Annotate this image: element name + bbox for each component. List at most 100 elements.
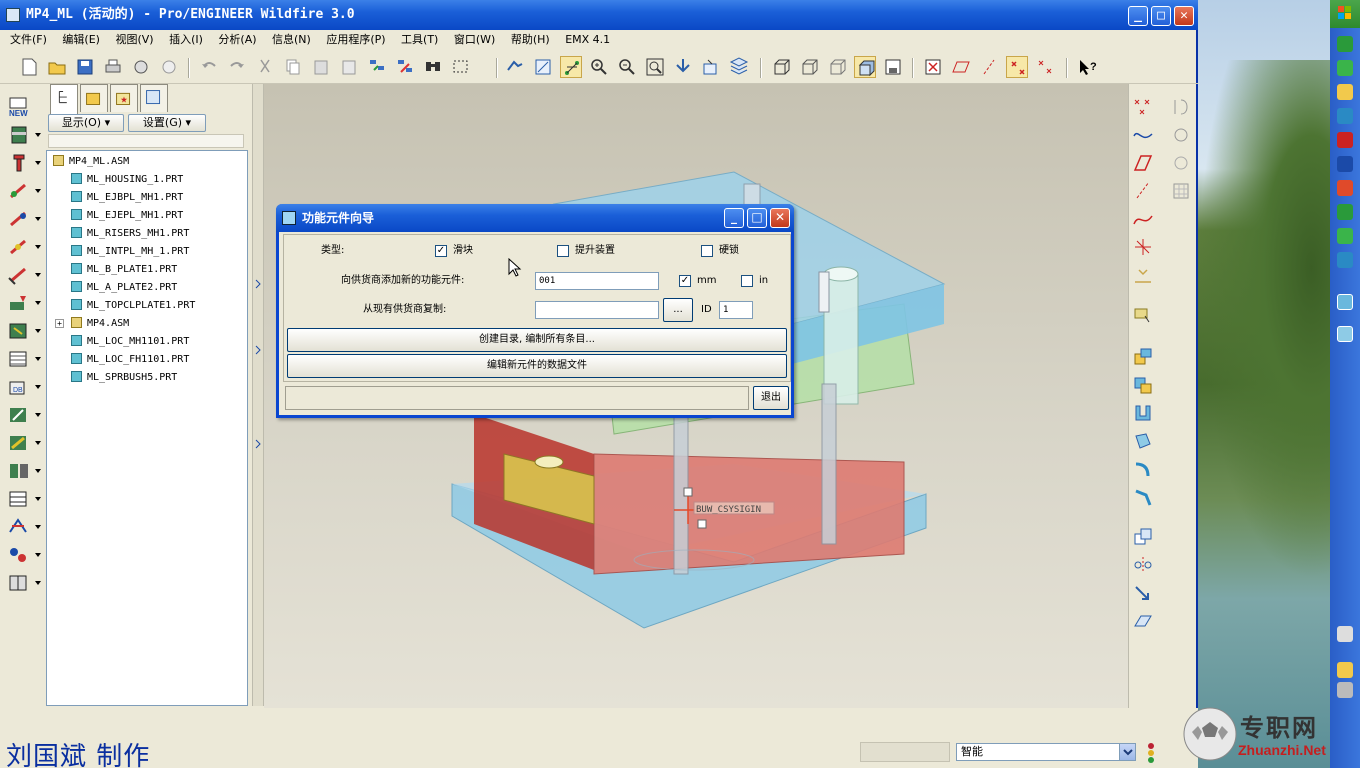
explode-icon[interactable]	[6, 516, 32, 538]
lifter-icon[interactable]	[6, 292, 32, 314]
panel-splitter[interactable]	[252, 84, 264, 706]
browse-button[interactable]: ...	[663, 298, 693, 322]
sketch-curve-icon[interactable]	[1131, 124, 1155, 146]
datum-axes-icon[interactable]	[950, 56, 972, 78]
spin-center-icon[interactable]	[532, 56, 554, 78]
slider-icon[interactable]	[6, 264, 32, 286]
insert-feature-icon[interactable]	[1131, 304, 1155, 326]
find-icon[interactable]	[422, 56, 444, 78]
tray-warning-icon[interactable]	[1337, 84, 1353, 100]
create-catalog-button[interactable]: 创建目录, 编制所有条目...	[287, 328, 787, 352]
shading-icon[interactable]	[854, 56, 876, 78]
insert-icon[interactable]	[6, 320, 32, 342]
chevron-down-icon[interactable]	[1119, 744, 1135, 760]
zoom-in-icon[interactable]	[588, 56, 610, 78]
menu-insert[interactable]: 插入(I)	[169, 33, 203, 46]
dialog-close-button[interactable]: ✕	[770, 208, 790, 228]
cut-icon[interactable]	[254, 56, 276, 78]
component-icon[interactable]	[1131, 346, 1155, 368]
paste-icon[interactable]	[310, 56, 332, 78]
print-icon[interactable]	[102, 56, 124, 78]
minimize-button[interactable]: _	[1128, 6, 1148, 26]
lifter-checkbox[interactable]	[557, 245, 569, 257]
dialog-minimize-button[interactable]: _	[724, 208, 744, 228]
no-hidden-icon[interactable]	[826, 56, 848, 78]
dropdown-arrow-icon[interactable]	[35, 161, 41, 165]
tab-favorites[interactable]: ★	[110, 84, 138, 112]
copy-vendor-input[interactable]	[535, 301, 659, 319]
clearance-icon[interactable]	[6, 460, 32, 482]
csys-display-icon[interactable]	[1034, 56, 1056, 78]
selection-box-icon[interactable]	[450, 56, 472, 78]
open-folder-icon[interactable]	[46, 56, 68, 78]
settings-dropdown[interactable]: 设置(G) ▾	[128, 114, 206, 132]
repaint-icon[interactable]	[504, 56, 526, 78]
check-icon[interactable]	[6, 432, 32, 454]
paste-special-icon[interactable]	[338, 56, 360, 78]
tree-item[interactable]: ML_B_PLATE1.PRT	[71, 261, 177, 279]
dropdown-arrow-icon[interactable]	[35, 581, 41, 585]
point-display-icon[interactable]	[1006, 56, 1028, 78]
bom-icon[interactable]: DB	[6, 376, 32, 398]
save-icon[interactable]	[74, 56, 96, 78]
dropdown-arrow-icon[interactable]	[35, 357, 41, 361]
tray-chat-icon[interactable]	[1337, 156, 1353, 172]
menu-emx[interactable]: EMX 4.1	[565, 33, 610, 46]
tray-refresh-icon[interactable]	[1337, 60, 1353, 76]
mold-base-icon[interactable]	[6, 124, 32, 146]
axis-icon[interactable]	[1169, 124, 1193, 146]
menu-window[interactable]: 窗口(W)	[454, 33, 495, 46]
dropdown-arrow-icon[interactable]	[35, 525, 41, 529]
selection-filter-select[interactable]: 智能	[956, 743, 1136, 761]
datum-point-icon[interactable]	[1131, 96, 1155, 118]
datum-planes-icon[interactable]	[922, 56, 944, 78]
assemble-icon[interactable]	[1131, 374, 1155, 396]
tray-media-icon[interactable]	[1337, 180, 1353, 196]
revolve-icon[interactable]	[1131, 430, 1155, 452]
dropdown-arrow-icon[interactable]	[35, 469, 41, 473]
id-input[interactable]	[719, 301, 753, 319]
tab-model-tree[interactable]	[50, 84, 78, 114]
dropdown-arrow-icon[interactable]	[35, 245, 41, 249]
slider-checkbox[interactable]: ✓	[435, 245, 447, 257]
close-button[interactable]: ✕	[1174, 6, 1194, 26]
datum-points-icon[interactable]	[978, 56, 1000, 78]
dropdown-arrow-icon[interactable]	[35, 301, 41, 305]
tree-item[interactable]: ML_TOPCLPLATE1.PRT	[71, 297, 195, 315]
analysis-icon[interactable]	[1131, 264, 1155, 286]
menu-edit[interactable]: 编辑(E)	[62, 33, 100, 46]
undo-icon[interactable]	[198, 56, 220, 78]
project-icon[interactable]	[6, 348, 32, 370]
move-icon[interactable]	[1131, 582, 1155, 604]
tree-item[interactable]: ML_LOC_MH1101.PRT	[71, 333, 189, 351]
csys-icon[interactable]	[1131, 236, 1155, 258]
tree-item[interactable]: ML_INTPL_MH_1.PRT	[71, 243, 189, 261]
menu-applications[interactable]: 应用程序(P)	[326, 33, 385, 46]
new-mold-icon[interactable]: NEW	[6, 96, 32, 118]
menu-view[interactable]: 视图(V)	[115, 33, 153, 46]
tray-network-icon[interactable]	[1337, 682, 1353, 698]
wireframe-icon[interactable]	[770, 56, 792, 78]
tray-shield-icon[interactable]	[1337, 36, 1353, 52]
tree-item[interactable]: ML_EJEPL_MH1.PRT	[71, 207, 183, 225]
hidden-line-icon[interactable]	[798, 56, 820, 78]
refit-icon[interactable]	[644, 56, 666, 78]
dialog-title-bar[interactable]: 功能元件向导 _ □ ✕	[276, 204, 794, 232]
tree-item-root[interactable]: MP4_ML.ASM	[53, 153, 129, 171]
dropdown-arrow-icon[interactable]	[35, 385, 41, 389]
menu-info[interactable]: 信息(N)	[272, 33, 311, 46]
components-icon[interactable]	[6, 544, 32, 566]
tree-item[interactable]: ML_RISERS_MH1.PRT	[71, 225, 189, 243]
dropdown-arrow-icon[interactable]	[35, 497, 41, 501]
surface-icon[interactable]	[1169, 152, 1193, 174]
hard-lock-checkbox[interactable]	[701, 245, 713, 257]
screws-icon[interactable]	[6, 152, 32, 174]
send-link-icon[interactable]	[158, 56, 180, 78]
dropdown-arrow-icon[interactable]	[35, 413, 41, 417]
reorient-icon[interactable]	[672, 56, 694, 78]
copy-feature-icon[interactable]	[1131, 526, 1155, 548]
sprue-icon[interactable]	[6, 236, 32, 258]
tree-item[interactable]: ML_EJBPL_MH1.PRT	[71, 189, 183, 207]
plane-icon[interactable]	[1131, 152, 1155, 174]
regen-manager-icon[interactable]	[394, 56, 416, 78]
